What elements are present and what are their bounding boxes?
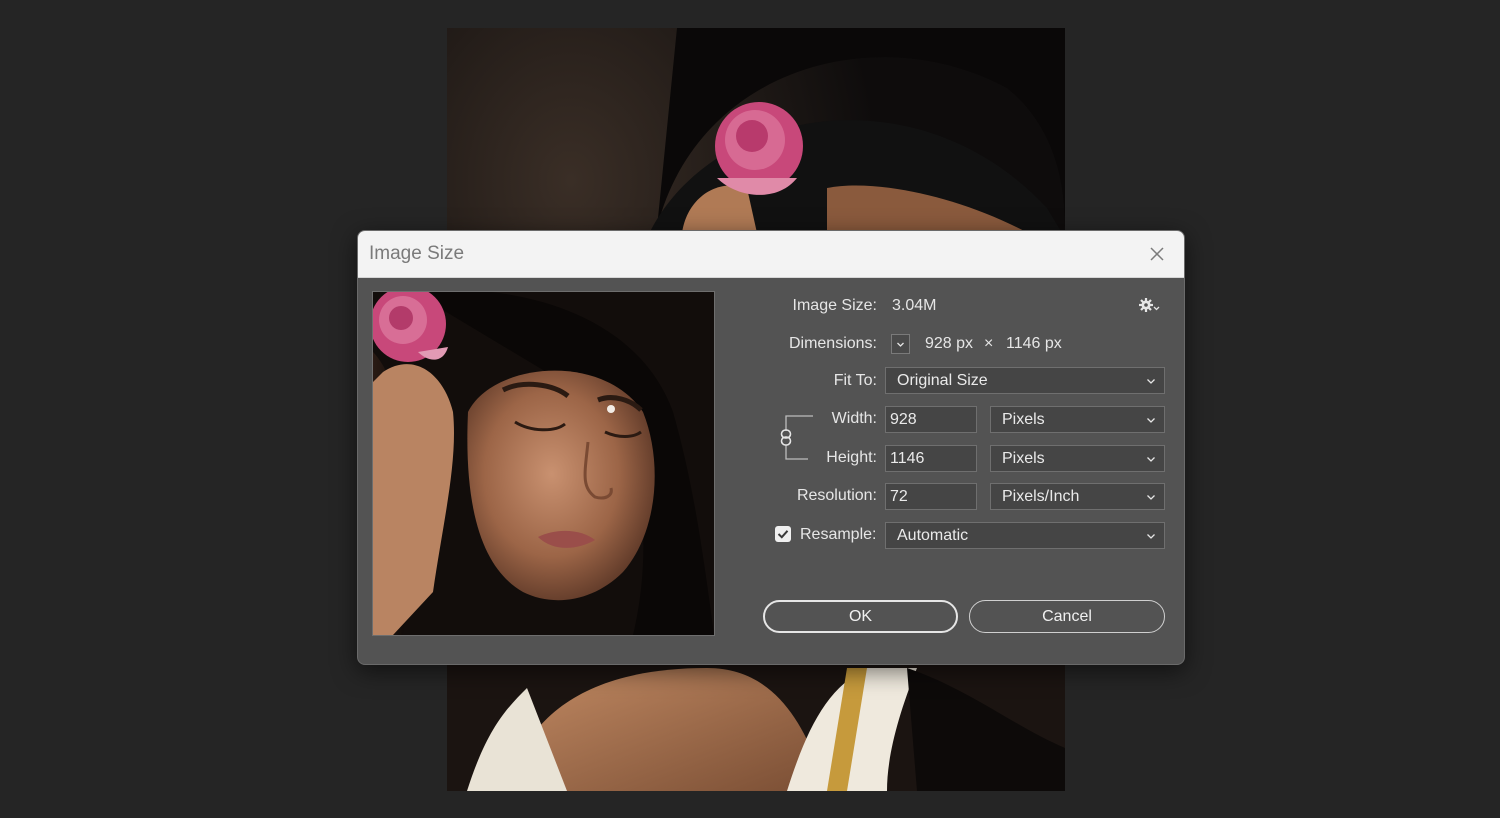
- resample-select[interactable]: Automatic: [885, 522, 1165, 549]
- height-input[interactable]: 1146: [885, 445, 977, 472]
- width-label: Width:: [831, 410, 877, 427]
- height-value: 1146: [890, 450, 925, 467]
- fit-to-value: Original Size: [897, 372, 988, 389]
- image-size-value: 3.04M: [892, 297, 937, 314]
- close-icon: [1150, 247, 1164, 261]
- dialog-titlebar[interactable]: Image Size: [358, 231, 1184, 278]
- chevron-down-icon: [1147, 457, 1155, 462]
- image-size-dialog: Image Size Image Size: 3.04M Dimensions:…: [357, 230, 1185, 665]
- chevron-down-icon: [1147, 495, 1155, 500]
- fit-to-label: Fit To:: [833, 372, 877, 389]
- chevron-down-icon: [1147, 534, 1155, 539]
- chevron-down-icon: [1147, 418, 1155, 423]
- settings-button[interactable]: [1138, 296, 1160, 314]
- link-icon: [780, 415, 813, 460]
- resolution-value: 72: [890, 488, 908, 505]
- dimensions-width: 928 px: [925, 335, 974, 352]
- height-label: Height:: [826, 449, 877, 466]
- resample-checkbox[interactable]: [775, 526, 791, 542]
- width-value: 928: [890, 411, 917, 428]
- dimensions-unit-toggle[interactable]: [891, 334, 910, 354]
- width-input[interactable]: 928: [885, 406, 977, 433]
- height-unit-select[interactable]: Pixels: [990, 445, 1165, 472]
- height-unit-value: Pixels: [1002, 450, 1045, 467]
- checkmark-icon: [777, 530, 789, 539]
- dimensions-label: Dimensions:: [788, 335, 877, 352]
- resample-value: Automatic: [897, 527, 969, 544]
- resolution-input[interactable]: 72: [885, 483, 977, 510]
- dimensions-height: 1146 px: [1006, 335, 1062, 352]
- image-preview[interactable]: [372, 291, 715, 636]
- preview-photo-graphic: [373, 292, 714, 635]
- ok-button[interactable]: OK: [763, 600, 958, 633]
- canvas-area: Image Size Image Size: 3.04M Dimensions:…: [0, 0, 1500, 818]
- resolution-label: Resolution:: [796, 487, 877, 504]
- resample-label: Resample:: [800, 526, 877, 543]
- resolution-unit-value: Pixels/Inch: [1002, 488, 1080, 505]
- chevron-down-icon: [1147, 379, 1155, 384]
- image-size-label: Image Size:: [792, 297, 877, 314]
- gear-icon: [1139, 298, 1160, 312]
- resolution-unit-select[interactable]: Pixels/Inch: [990, 483, 1165, 510]
- close-button[interactable]: [1144, 241, 1170, 267]
- width-unit-value: Pixels: [1002, 411, 1045, 428]
- cancel-button[interactable]: Cancel: [969, 600, 1165, 633]
- constrain-proportions-link[interactable]: [776, 413, 816, 463]
- dimensions-times: ×: [984, 335, 994, 352]
- dialog-title: Image Size: [369, 243, 465, 264]
- fit-to-select[interactable]: Original Size: [885, 367, 1165, 394]
- width-unit-select[interactable]: Pixels: [990, 406, 1165, 433]
- chevron-down-icon: [897, 342, 904, 347]
